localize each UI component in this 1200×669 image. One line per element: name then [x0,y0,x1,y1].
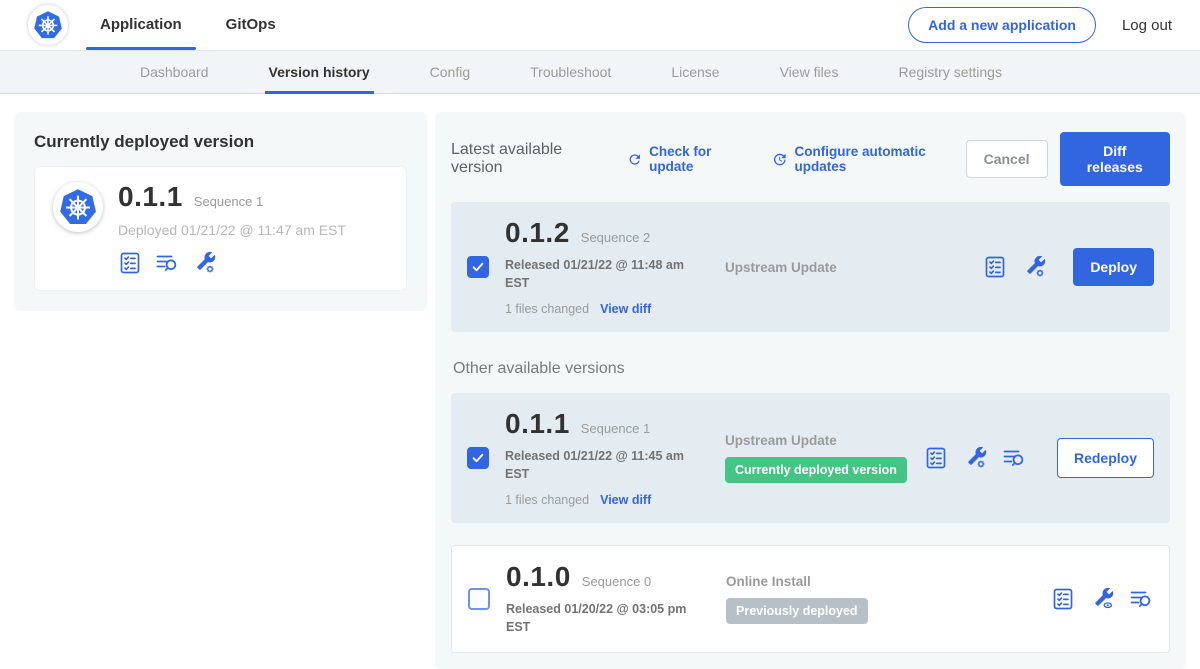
deploy-logs-icon[interactable] [155,251,179,275]
preflight-checklist-icon[interactable] [924,446,948,470]
clock-refresh-icon [772,151,788,168]
sequence-label: Sequence 0 [582,574,651,589]
currently-deployed-badge: Currently deployed version [725,457,907,483]
diff-releases-button[interactable]: Diff releases [1060,132,1171,186]
preflight-checklist-icon[interactable] [983,255,1007,279]
version-row-0-1-1: 0.1.1 Sequence 1 Released 01/21/22 @ 11:… [451,393,1170,523]
version-history-panel: Latest available version Check for updat… [435,112,1186,669]
deploy-button[interactable]: Deploy [1073,248,1154,286]
tab-gitops[interactable]: GitOps [226,0,276,50]
edit-config-wrench-gear-icon[interactable] [1022,255,1046,279]
app-kubernetes-icon [53,182,103,232]
log-out-link[interactable]: Log out [1122,17,1172,34]
deployed-version-number: 0.1.1 [118,182,183,213]
top-nav: Application GitOps Add a new application… [0,0,1200,50]
view-diff-link[interactable]: View diff [600,302,651,316]
deployed-sequence-label: Sequence 1 [194,194,263,209]
version-checkbox[interactable] [467,447,489,469]
redeploy-button[interactable]: Redeploy [1057,438,1154,478]
version-number: 0.1.1 [505,409,570,440]
view-diff-link[interactable]: View diff [600,493,651,507]
files-changed-label: 1 files changed [505,302,589,316]
cancel-button[interactable]: Cancel [966,140,1048,178]
add-new-application-button[interactable]: Add a new application [908,7,1096,43]
subnav-tab-version-history[interactable]: Version history [269,51,370,93]
released-timestamp: Released 01/21/22 @ 11:48 am EST [505,256,705,292]
version-source-label: Upstream Update [725,260,983,275]
app-sub-nav: Dashboard Version history Config Trouble… [0,50,1200,94]
subnav-tab-troubleshoot[interactable]: Troubleshoot [530,51,611,93]
currently-deployed-card: Currently deployed version 0.1.1 Sequenc… [14,112,427,311]
version-checkbox[interactable] [467,256,489,278]
kubernetes-logo-icon [28,5,68,45]
currently-deployed-title: Currently deployed version [34,132,407,152]
version-row-0-1-0: 0.1.0 Sequence 0 Released 01/20/22 @ 03:… [451,545,1170,653]
version-checkbox[interactable] [468,588,490,610]
subnav-tab-view-files[interactable]: View files [780,51,839,93]
refresh-icon [627,151,643,168]
deployed-version-card: 0.1.1 Sequence 1 Deployed 01/21/22 @ 11:… [34,166,407,291]
subnav-tab-config[interactable]: Config [430,51,470,93]
deploy-logs-icon[interactable] [1129,587,1153,611]
subnav-tab-registry-settings[interactable]: Registry settings [898,51,1001,93]
preflight-checklist-icon[interactable] [118,251,142,275]
preflight-checklist-icon[interactable] [1051,587,1075,611]
view-config-wrench-eye-icon[interactable] [1090,587,1114,611]
version-source-label: Online Install [726,574,1051,589]
version-number: 0.1.2 [505,218,570,249]
tab-application[interactable]: Application [100,0,182,50]
edit-config-wrench-gear-icon[interactable] [963,446,987,470]
previously-deployed-badge: Previously deployed [726,598,868,624]
panel-header: Latest available version Check for updat… [451,132,1170,186]
sequence-label: Sequence 2 [581,230,650,245]
released-timestamp: Released 01/21/22 @ 11:45 am EST [505,447,705,483]
version-row-0-1-2: 0.1.2 Sequence 2 Released 01/21/22 @ 11:… [451,202,1170,332]
version-source-label: Upstream Update [725,433,924,448]
subnav-tab-license[interactable]: License [671,51,719,93]
files-changed-label: 1 files changed [505,493,589,507]
edit-config-wrench-gear-icon[interactable] [192,251,216,275]
check-for-update-link[interactable]: Check for update [627,144,750,174]
main-content: Currently deployed version 0.1.1 Sequenc… [0,94,1200,669]
deployed-timestamp: Deployed 01/21/22 @ 11:47 am EST [118,222,346,238]
deploy-logs-icon[interactable] [1002,446,1026,470]
configure-automatic-updates-link[interactable]: Configure automatic updates [772,144,966,174]
subnav-tab-dashboard[interactable]: Dashboard [140,51,209,93]
sequence-label: Sequence 1 [581,421,650,436]
latest-available-title: Latest available version [451,141,605,177]
released-timestamp: Released 01/20/22 @ 03:05 pm EST [506,600,706,636]
version-number: 0.1.0 [506,562,571,593]
other-available-versions-title: Other available versions [453,360,1170,378]
